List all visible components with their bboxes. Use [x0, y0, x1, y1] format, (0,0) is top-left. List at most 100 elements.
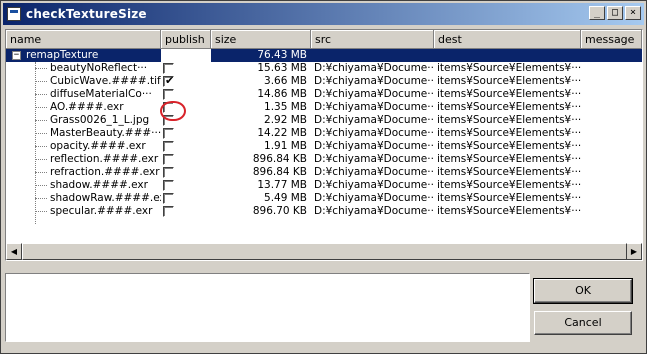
column-header-size[interactable]: size — [211, 30, 311, 49]
minimize-button[interactable]: _ — [589, 6, 605, 20]
item-size: 14.22 MB — [257, 127, 307, 139]
publish-checkbox[interactable] — [163, 154, 174, 165]
tree-branch-line — [35, 172, 47, 173]
maximize-button[interactable]: □ — [607, 6, 623, 20]
item-size: 896.84 KB — [252, 153, 307, 165]
highlight-circle — [160, 101, 186, 121]
publish-checkbox[interactable]: ✔ — [163, 75, 175, 87]
item-size: 2.92 MB — [264, 114, 307, 126]
item-src: D:¥chiyama¥Docume··· — [314, 179, 434, 191]
publish-checkbox[interactable] — [163, 128, 174, 139]
item-message — [581, 140, 642, 153]
item-src: D:¥chiyama¥Docume··· — [314, 140, 434, 152]
table-row[interactable]: AO.####.exr 1.35 MB D:¥chiyama¥Docume··· it… — [6, 101, 642, 114]
texture-grid: name publish size src dest message − rem… — [5, 29, 643, 261]
message-textbox[interactable] — [5, 273, 530, 342]
item-message — [581, 101, 642, 114]
publish-checkbox[interactable] — [163, 193, 174, 204]
item-name: Grass0026_1_L.jpg — [50, 114, 150, 126]
item-message — [581, 62, 642, 75]
table-row[interactable]: CubicWave.####.tif ✔ 3.66 MB D:¥chiyama¥Doc… — [6, 75, 642, 88]
tree-branch-line — [35, 120, 47, 121]
table-row[interactable]: opacity.####.exr 1.91 MB D:¥chiyama¥Docume… — [6, 140, 642, 153]
table-row[interactable]: shadow.####.exr 13.77 MB D:¥chiyama¥Docume… — [6, 179, 642, 192]
publish-checkbox[interactable] — [163, 89, 174, 100]
horizontal-scrollbar[interactable]: ◀ ▶ — [6, 243, 642, 260]
tree-root-row[interactable]: − remapTexture 76.43 MB — [6, 49, 642, 62]
item-size: 14.86 MB — [257, 88, 307, 100]
publish-checkbox[interactable] — [163, 141, 174, 152]
window-controls: _ □ × — [589, 6, 641, 20]
item-size: 13.77 MB — [257, 179, 307, 191]
column-header-src[interactable]: src — [311, 30, 434, 49]
publish-checkbox[interactable] — [163, 180, 174, 191]
item-size: 896.70 KB — [252, 205, 307, 217]
table-row[interactable]: Grass0026_1_L.jpg 2.92 MB D:¥chiyama¥Docum… — [6, 114, 642, 127]
item-name: shadow.####.exr — [50, 179, 148, 191]
root-name: remapTexture — [26, 49, 99, 61]
item-name: opacity.####.exr — [50, 140, 146, 152]
tree-branch-line — [35, 81, 47, 82]
item-size: 1.35 MB — [264, 101, 307, 113]
tree-branch-line — [35, 133, 47, 134]
item-src: D:¥chiyama¥Docume··· — [314, 153, 434, 165]
grid-rows: − remapTexture 76.43 MB beautyNoReflect·… — [6, 49, 642, 218]
table-row[interactable]: MasterBeauty.###··· 14.22 MB D:¥chiyama¥Do… — [6, 127, 642, 140]
item-src: D:¥chiyama¥Docume··· — [314, 127, 434, 139]
publish-checkbox[interactable] — [163, 167, 174, 178]
item-message — [581, 88, 642, 101]
item-size: 15.63 MB — [257, 62, 307, 74]
scroll-left-icon[interactable]: ◀ — [6, 243, 22, 260]
root-size: 76.43 MB — [257, 49, 307, 61]
item-size: 896.84 KB — [252, 166, 307, 178]
table-row[interactable]: refraction.####.exr 896.84 KB D:¥chiyama¥D… — [6, 166, 642, 179]
table-row[interactable]: diffuseMaterialCo··· 14.86 MB D:¥chiyama¥D… — [6, 88, 642, 101]
item-dest: items¥Source¥Elements¥··· — [437, 205, 581, 217]
item-src: D:¥chiyama¥Docume··· — [314, 205, 434, 217]
scroll-right-icon[interactable]: ▶ — [626, 243, 642, 260]
close-button[interactable]: × — [625, 6, 641, 20]
scroll-thumb[interactable] — [22, 243, 627, 260]
item-src: D:¥chiyama¥Docume··· — [314, 88, 434, 100]
item-size: 1.91 MB — [264, 140, 307, 152]
item-name: AO.####.exr — [50, 101, 124, 113]
item-dest: items¥Source¥Elements¥··· — [437, 179, 581, 191]
column-header-publish[interactable]: publish — [161, 30, 211, 49]
table-row[interactable]: specular.####.exr 896.70 KB D:¥chiyama¥Doc… — [6, 205, 642, 218]
item-message — [581, 114, 642, 127]
checkmark-icon: ✔ — [165, 75, 175, 87]
publish-checkbox[interactable] — [163, 63, 174, 74]
tree-branch-line — [35, 211, 47, 212]
tree-branch-line — [35, 94, 47, 95]
column-header-message[interactable]: message — [581, 30, 642, 49]
publish-checkbox[interactable] — [163, 206, 174, 217]
item-name: CubicWave.####.tif — [50, 75, 161, 87]
scroll-track[interactable] — [22, 243, 627, 260]
item-size: 3.66 MB — [264, 75, 307, 87]
item-message — [581, 179, 642, 192]
item-src: D:¥chiyama¥Docume··· — [314, 192, 434, 204]
item-message — [581, 127, 642, 140]
title-bar[interactable]: checkTextureSize _ □ × — [3, 3, 644, 25]
item-name: shadowRaw.####.exr — [50, 192, 161, 204]
app-icon — [7, 7, 21, 21]
tree-branch-line — [35, 107, 47, 108]
ok-button[interactable]: OK — [533, 278, 633, 304]
column-header-dest[interactable]: dest — [434, 30, 581, 49]
item-name: specular.####.exr — [50, 205, 153, 217]
item-dest: items¥Source¥Elements¥··· — [437, 114, 581, 126]
column-header-name[interactable]: name — [6, 30, 161, 49]
cancel-button[interactable]: Cancel — [534, 311, 632, 335]
table-row[interactable]: reflection.####.exr 896.84 KB D:¥chiyama¥D… — [6, 153, 642, 166]
window-title: checkTextureSize — [26, 7, 147, 21]
collapse-toggle-icon[interactable]: − — [12, 51, 21, 60]
tree-branch-line — [35, 198, 47, 199]
item-size: 5.49 MB — [264, 192, 307, 204]
item-dest: items¥Source¥Elements¥··· — [437, 75, 581, 87]
table-row[interactable]: beautyNoReflect··· 15.63 MB D:¥chiyama¥Doc… — [6, 62, 642, 75]
table-row[interactable]: shadowRaw.####.exr 5.49 MB D:¥chiyama¥Docu… — [6, 192, 642, 205]
dialog-window: checkTextureSize _ □ × name publish size… — [0, 0, 647, 354]
item-src: D:¥chiyama¥Docume··· — [314, 166, 434, 178]
item-dest: items¥Source¥Elements¥··· — [437, 192, 581, 204]
item-message — [581, 205, 642, 218]
